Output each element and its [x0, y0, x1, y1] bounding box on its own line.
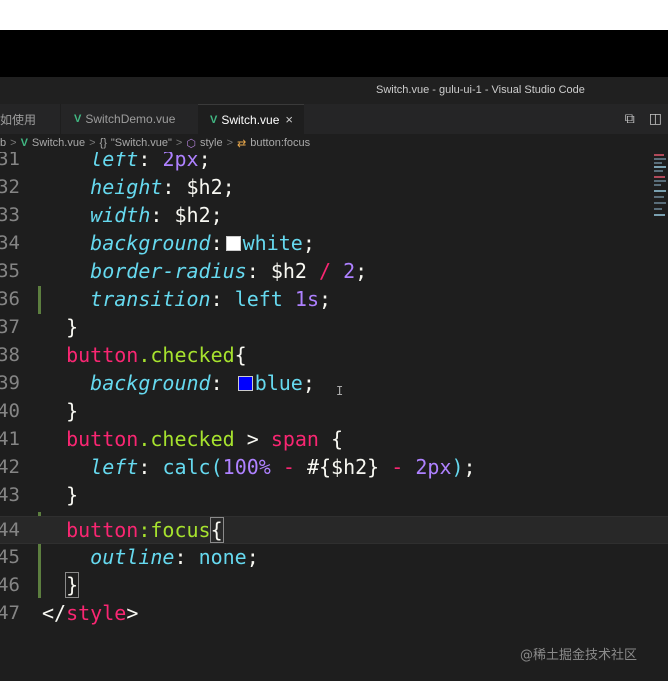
- code-line: 36 transition: left 1s;: [0, 286, 668, 314]
- breadcrumb-separator: >: [10, 137, 17, 149]
- cube-icon: ⬡: [186, 137, 196, 150]
- line-number: 33: [0, 204, 20, 226]
- line-number: 36: [0, 288, 20, 310]
- breadcrumb: b > V Switch.vue > {} "Switch.vue" > ⬡ s…: [0, 134, 668, 152]
- line-number: 43: [0, 484, 20, 506]
- black-band: [0, 30, 668, 77]
- window-titlebar: Switch.vue - gulu-ui-1 - Visual Studio C…: [0, 77, 668, 104]
- editor-tab-bar: 如使用 V SwitchDemo.vue V Switch.vue × ⧉ ◫: [0, 104, 668, 134]
- minimap[interactable]: [652, 152, 668, 232]
- line-number: 44: [0, 519, 20, 541]
- split-editor-icon[interactable]: ◫: [649, 110, 662, 127]
- mouse-ibeam-cursor: I: [336, 384, 344, 398]
- breadcrumb-selector[interactable]: button:focus: [250, 137, 310, 149]
- code-line: 37 }: [0, 314, 668, 342]
- code-line: 42 left: calc(100% - #{$h2} - 2px);: [0, 454, 668, 482]
- top-white-band: [0, 0, 668, 30]
- code-line: 41 button.checked > span {: [0, 426, 668, 454]
- breadcrumb-component[interactable]: "Switch.vue": [111, 137, 172, 149]
- line-number: 40: [0, 400, 20, 422]
- code-line: 45 outline: none;: [0, 544, 668, 572]
- line-number: 37: [0, 316, 20, 338]
- breadcrumb-style[interactable]: style: [200, 137, 223, 149]
- window-title: Switch.vue - gulu-ui-1 - Visual Studio C…: [376, 84, 585, 96]
- code-line: 47 </style>: [0, 600, 668, 628]
- tab-label: 如使用: [0, 112, 37, 127]
- line-number: 32: [0, 176, 20, 198]
- tab-label: Switch.vue: [221, 112, 280, 127]
- vue-icon: V: [210, 113, 218, 126]
- tab-label: SwitchDemo.vue: [85, 112, 176, 126]
- color-swatch[interactable]: [225, 236, 241, 251]
- code-line: 38 button.checked{: [0, 342, 668, 370]
- line-number: 42: [0, 456, 20, 478]
- line-number: 38: [0, 344, 20, 366]
- line-number: 45: [0, 546, 20, 568]
- line-number: 41: [0, 428, 20, 450]
- code-line: 39 background: blue;: [0, 370, 668, 398]
- line-number: 39: [0, 372, 20, 394]
- breadcrumb-file[interactable]: Switch.vue: [32, 137, 85, 149]
- code-line: 43 }: [0, 482, 668, 510]
- close-icon[interactable]: ×: [285, 112, 293, 127]
- current-code-line: 44 button:focus{: [0, 516, 668, 544]
- code-line: 31 left: 2px;: [0, 152, 668, 174]
- code-line: 46 }: [0, 572, 668, 600]
- watermark: @稀土掘金技术社区: [520, 648, 638, 663]
- code-line: 33 width: $h2;: [0, 202, 668, 230]
- line-number: 35: [0, 260, 20, 282]
- code-line: 32 height: $h2;: [0, 174, 668, 202]
- tab-actions: ⧉ ◫: [625, 110, 662, 127]
- code-editor[interactable]: 31 left: 2px; 32 height: $h2; 33 width: …: [0, 152, 668, 681]
- line-number: 31: [0, 152, 20, 170]
- line-number: 34: [0, 232, 20, 254]
- braces-icon: {}: [99, 137, 107, 149]
- breadcrumb-separator: >: [226, 137, 234, 149]
- tab-switch[interactable]: V Switch.vue ×: [198, 104, 304, 134]
- tab-switchdemo[interactable]: V SwitchDemo.vue: [60, 104, 198, 134]
- code-line: 40 }: [0, 398, 668, 426]
- vue-icon: V: [74, 113, 82, 125]
- open-changes-icon[interactable]: ⧉: [625, 110, 635, 127]
- line-number: 47: [0, 602, 20, 624]
- code-line: 34 background: white;: [0, 230, 668, 258]
- vue-icon: V: [20, 137, 28, 149]
- tab-usage[interactable]: 如使用: [0, 104, 60, 134]
- breadcrumb-root[interactable]: b: [0, 137, 6, 149]
- line-number: 46: [0, 574, 20, 596]
- color-swatch[interactable]: [237, 376, 253, 391]
- breadcrumb-separator: >: [175, 137, 183, 149]
- selector-icon: ⇄: [237, 137, 247, 150]
- code-line: 35 border-radius: $h2 / 2;: [0, 258, 668, 286]
- breadcrumb-separator: >: [89, 137, 96, 149]
